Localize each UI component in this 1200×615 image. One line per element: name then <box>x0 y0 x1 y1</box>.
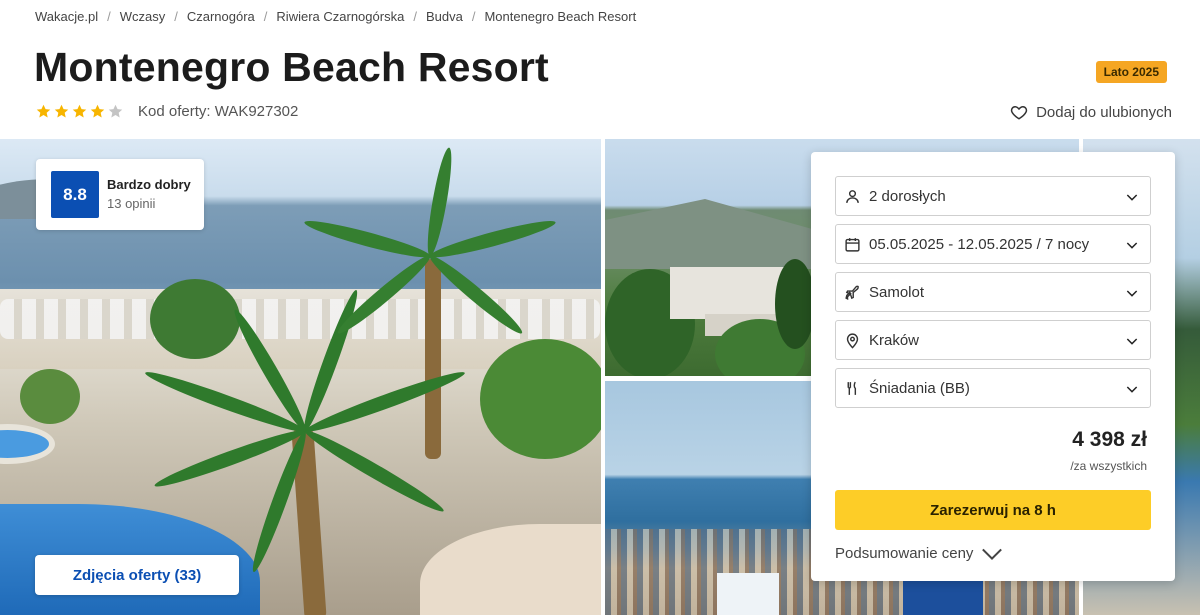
chevron-down-icon <box>1126 194 1138 201</box>
chevron-down-icon <box>982 548 1003 560</box>
photo-decor <box>420 524 601 615</box>
location-pin-icon <box>846 332 859 349</box>
heart-icon <box>1010 105 1028 120</box>
breadcrumb-separator: / <box>174 9 178 24</box>
departure-city-select[interactable]: Kraków <box>835 320 1151 360</box>
offer-photos-button[interactable]: Zdjęcia oferty (33) <box>35 555 239 595</box>
photo-decor <box>775 259 815 349</box>
transport-select[interactable]: Samolot <box>835 272 1151 312</box>
breadcrumb-separator: / <box>413 9 417 24</box>
photo-decor <box>480 339 601 459</box>
board-type-select[interactable]: Śniadania (BB) <box>835 368 1151 408</box>
departure-city-value: Kraków <box>869 331 920 349</box>
rating-count: 13 opinii <box>107 196 156 211</box>
photo-decor <box>903 577 983 615</box>
breadcrumb-item-city[interactable]: Budva <box>426 9 463 24</box>
breadcrumb-item-region[interactable]: Riwiera Czarnogórska <box>276 9 404 24</box>
breadcrumb-item-wakacje[interactable]: Wakacje.pl <box>35 9 98 24</box>
photo-decor <box>20 369 80 424</box>
board-type-value: Śniadania (BB) <box>869 379 970 397</box>
breadcrumb: Wakacje.pl / Wczasy / Czarnogóra / Riwie… <box>35 9 636 24</box>
dates-select[interactable]: 05.05.2025 - 12.05.2025 / 7 nocy <box>835 224 1151 264</box>
chevron-down-icon <box>1126 338 1138 345</box>
photo-decor <box>423 146 456 258</box>
breadcrumb-item-current: Montenegro Beach Resort <box>484 9 637 24</box>
travelers-select[interactable]: 2 dorosłych <box>835 176 1151 216</box>
total-price: 4 398 zł <box>1072 428 1147 451</box>
rating-card[interactable]: 8.8 Bardzo dobry 13 opinii <box>36 159 204 230</box>
star-filled-icon <box>54 104 69 118</box>
plane-icon <box>845 285 859 300</box>
book-button[interactable]: Zarezerwuj na 8 h <box>835 490 1151 530</box>
photo-decor <box>717 573 779 615</box>
offer-code: Kod oferty: WAK927302 <box>138 103 299 120</box>
add-to-favorites-label: Dodaj do ulubionych <box>1036 103 1172 121</box>
season-badge: Lato 2025 <box>1095 61 1167 83</box>
price-summary-label: Podsumowanie ceny <box>835 545 974 562</box>
travelers-value: 2 dorosłych <box>869 187 946 205</box>
star-filled-icon <box>72 104 87 118</box>
photo-decor <box>425 259 441 459</box>
photo-decor <box>428 215 558 263</box>
add-to-favorites-button[interactable]: Dodaj do ulubionych <box>1010 103 1172 121</box>
chevron-down-icon <box>1126 386 1138 393</box>
photo-decor <box>150 279 240 359</box>
booking-panel: 2 dorosłych 05.05.2025 - 12.05.2025 / 7 … <box>811 152 1175 581</box>
price-note: /za wszystkich <box>1070 459 1147 473</box>
chevron-down-icon <box>1126 242 1138 249</box>
breadcrumb-separator: / <box>107 9 111 24</box>
main-hotel-photo[interactable]: 8.8 Bardzo dobry 13 opinii Zdjęcia ofert… <box>0 139 601 615</box>
star-empty-icon <box>108 104 123 118</box>
breadcrumb-item-country[interactable]: Czarnogóra <box>187 9 255 24</box>
star-filled-icon <box>36 104 51 118</box>
rating-label: Bardzo dobry <box>107 177 191 192</box>
photo-decor <box>0 424 55 464</box>
price-summary-toggle[interactable]: Podsumowanie ceny <box>835 545 1003 562</box>
cutlery-icon <box>847 381 857 395</box>
photo-decor <box>302 215 432 263</box>
rating-score: 8.8 <box>51 171 99 218</box>
chevron-down-icon <box>1126 290 1138 297</box>
calendar-icon <box>845 237 860 252</box>
page-title: Montenegro Beach Resort <box>34 44 549 90</box>
breadcrumb-separator: / <box>263 9 268 24</box>
person-icon <box>846 189 859 203</box>
star-filled-icon <box>90 104 105 118</box>
breadcrumb-item-wczasy[interactable]: Wczasy <box>120 9 166 24</box>
breadcrumb-separator: / <box>471 9 476 24</box>
transport-value: Samolot <box>869 283 925 301</box>
hotel-star-rating <box>35 103 124 120</box>
dates-value: 05.05.2025 - 12.05.2025 / 7 nocy <box>869 235 1090 253</box>
